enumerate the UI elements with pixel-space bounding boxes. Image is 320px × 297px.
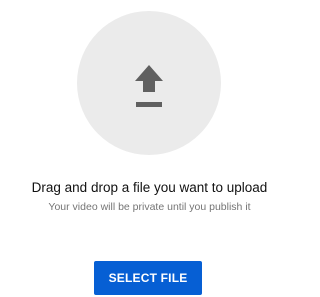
select-file-button[interactable]: SELECT FILE (94, 261, 202, 295)
upload-dropzone[interactable] (77, 11, 221, 155)
upload-title: Drag and drop a file you want to upload (31, 180, 268, 195)
upload-panel: Drag and drop a file you want to upload … (0, 0, 299, 297)
upload-icon (135, 65, 163, 107)
upload-subtitle: Your video will be private until you pub… (48, 201, 251, 213)
